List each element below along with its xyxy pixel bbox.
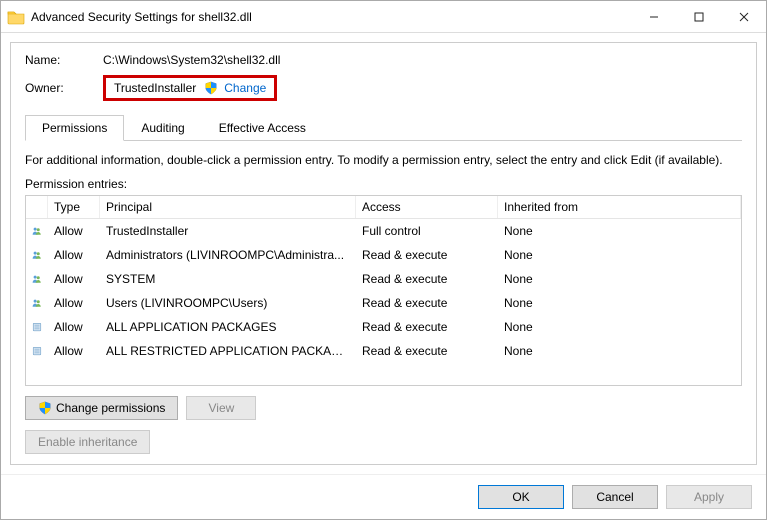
entry-type: Allow bbox=[48, 342, 100, 360]
permissions-table: Type Principal Access Inherited from All… bbox=[25, 195, 742, 386]
cancel-button[interactable]: Cancel bbox=[572, 485, 658, 509]
entry-principal: TrustedInstaller bbox=[100, 222, 356, 240]
table-header: Type Principal Access Inherited from bbox=[26, 196, 741, 219]
entry-inherited: None bbox=[498, 270, 741, 288]
name-label: Name: bbox=[25, 53, 103, 67]
tab-permissions[interactable]: Permissions bbox=[25, 115, 124, 141]
entry-access: Read & execute bbox=[356, 294, 498, 312]
entry-icon-users bbox=[26, 269, 48, 289]
entry-inherited: None bbox=[498, 222, 741, 240]
content-panel: Name: C:\Windows\System32\shell32.dll Ow… bbox=[10, 42, 757, 465]
entry-access: Read & execute bbox=[356, 246, 498, 264]
table-row[interactable]: AllowALL RESTRICTED APPLICATION PACKAGES… bbox=[26, 339, 741, 363]
window-title: Advanced Security Settings for shell32.d… bbox=[31, 10, 631, 24]
apply-button: Apply bbox=[666, 485, 752, 509]
name-value: C:\Windows\System32\shell32.dll bbox=[103, 53, 280, 67]
tab-auditing[interactable]: Auditing bbox=[124, 115, 201, 140]
entry-principal: ALL APPLICATION PACKAGES bbox=[100, 318, 356, 336]
entry-type: Allow bbox=[48, 294, 100, 312]
entry-type: Allow bbox=[48, 318, 100, 336]
entries-label: Permission entries: bbox=[25, 177, 742, 191]
entry-inherited: None bbox=[498, 342, 741, 360]
folder-icon bbox=[7, 9, 25, 25]
entry-icon-package bbox=[26, 341, 48, 361]
col-principal[interactable]: Principal bbox=[100, 196, 356, 218]
shield-icon bbox=[204, 81, 218, 95]
entry-icon-users bbox=[26, 245, 48, 265]
entry-access: Read & execute bbox=[356, 342, 498, 360]
table-row[interactable]: AllowALL APPLICATION PACKAGESRead & exec… bbox=[26, 315, 741, 339]
view-button: View bbox=[186, 396, 256, 420]
entry-inherited: None bbox=[498, 318, 741, 336]
col-inherited[interactable]: Inherited from bbox=[498, 196, 741, 218]
table-row[interactable]: AllowTrustedInstallerFull controlNone bbox=[26, 219, 741, 243]
col-type[interactable]: Type bbox=[48, 196, 100, 218]
table-row[interactable]: AllowSYSTEMRead & executeNone bbox=[26, 267, 741, 291]
close-button[interactable] bbox=[721, 1, 766, 32]
shield-icon bbox=[38, 401, 52, 415]
ok-button[interactable]: OK bbox=[478, 485, 564, 509]
owner-value: TrustedInstaller bbox=[114, 81, 196, 95]
entry-type: Allow bbox=[48, 222, 100, 240]
entry-access: Read & execute bbox=[356, 270, 498, 288]
dialog-footer: OK Cancel Apply bbox=[1, 474, 766, 519]
table-row[interactable]: AllowUsers (LIVINROOMPC\Users)Read & exe… bbox=[26, 291, 741, 315]
entry-icon-users bbox=[26, 221, 48, 241]
entry-principal: SYSTEM bbox=[100, 270, 356, 288]
tab-effective-access[interactable]: Effective Access bbox=[202, 115, 323, 140]
col-icon[interactable] bbox=[26, 196, 48, 218]
entry-principal: Users (LIVINROOMPC\Users) bbox=[100, 294, 356, 312]
entry-inherited: None bbox=[498, 294, 741, 312]
info-text: For additional information, double-click… bbox=[25, 153, 742, 167]
titlebar: Advanced Security Settings for shell32.d… bbox=[1, 1, 766, 33]
tab-bar: Permissions Auditing Effective Access bbox=[25, 115, 742, 141]
owner-highlight: TrustedInstaller Change bbox=[103, 75, 277, 101]
entry-access: Full control bbox=[356, 222, 498, 240]
enable-inheritance-button: Enable inheritance bbox=[25, 430, 150, 454]
change-permissions-label: Change permissions bbox=[56, 401, 165, 415]
table-row[interactable]: AllowAdministrators (LIVINROOMPC\Adminis… bbox=[26, 243, 741, 267]
entry-type: Allow bbox=[48, 246, 100, 264]
entry-icon-users bbox=[26, 293, 48, 313]
entry-principal: ALL RESTRICTED APPLICATION PACKAGES bbox=[100, 342, 356, 360]
window-controls bbox=[631, 1, 766, 32]
entry-principal: Administrators (LIVINROOMPC\Administra..… bbox=[100, 246, 356, 264]
maximize-button[interactable] bbox=[676, 1, 721, 32]
col-access[interactable]: Access bbox=[356, 196, 498, 218]
owner-label: Owner: bbox=[25, 81, 103, 95]
entry-type: Allow bbox=[48, 270, 100, 288]
table-body: AllowTrustedInstallerFull controlNoneAll… bbox=[26, 219, 741, 363]
change-owner-link[interactable]: Change bbox=[224, 81, 266, 95]
entry-inherited: None bbox=[498, 246, 741, 264]
entry-access: Read & execute bbox=[356, 318, 498, 336]
entry-icon-package bbox=[26, 317, 48, 337]
minimize-button[interactable] bbox=[631, 1, 676, 32]
change-permissions-button[interactable]: Change permissions bbox=[25, 396, 178, 420]
